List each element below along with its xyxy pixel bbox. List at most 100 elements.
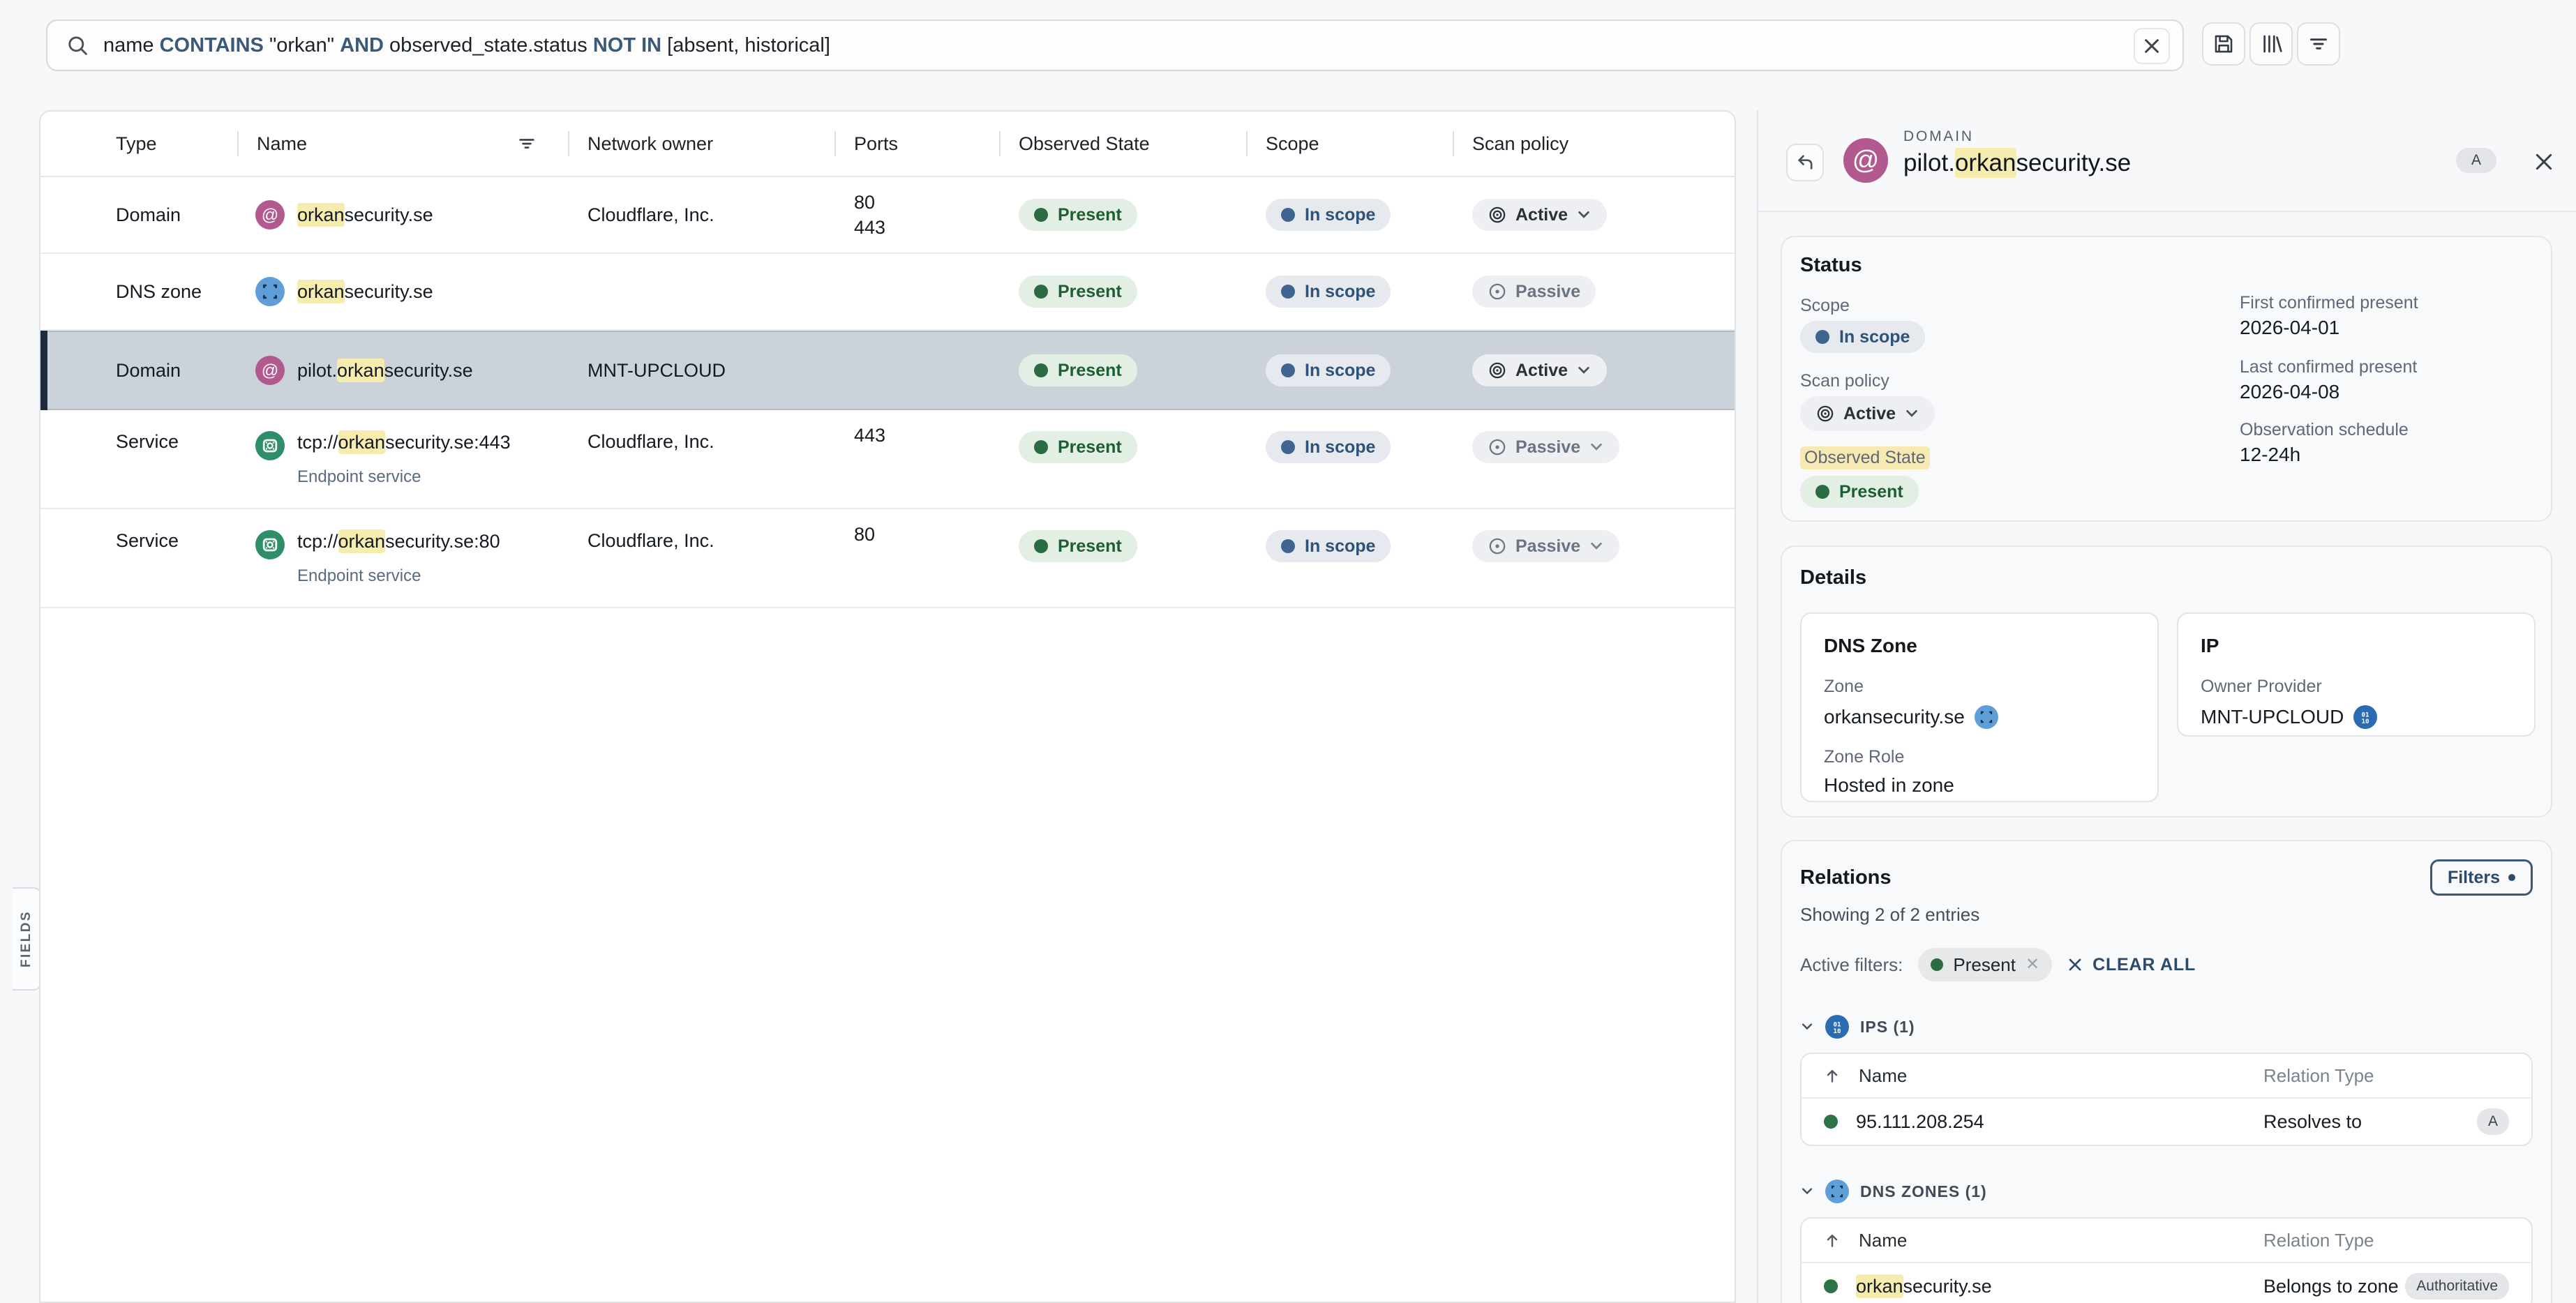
zone-label: Zone <box>1824 677 2135 697</box>
filter-button[interactable] <box>2297 22 2340 66</box>
relation-column-name[interactable]: Name <box>1859 1065 1907 1087</box>
relations-group-dns-zones[interactable]: DNS ZONES (1) <box>1800 1180 2533 1203</box>
fields-tab[interactable]: FIELDS <box>13 887 42 991</box>
table-row[interactable]: Service tcp://orkansecurity.se:80Endpoin… <box>40 509 1735 608</box>
pause-circle-icon <box>1488 282 1507 301</box>
table-row-selected[interactable]: Domain @ pilot.orkansecurity.se MNT-UPCL… <box>40 331 1735 410</box>
x-icon <box>2067 957 2083 972</box>
chevron-down-icon <box>1800 1184 1814 1198</box>
owner-provider-value[interactable]: MNT-UPCLOUD <box>2201 706 2344 728</box>
type-cell: Service <box>40 509 237 607</box>
type-cell: DNS zone <box>40 254 237 329</box>
asset-name: pilot.orkansecurity.se <box>297 359 473 382</box>
column-header-name[interactable]: Name <box>237 112 568 176</box>
clear-all-filters-button[interactable]: CLEAR ALL <box>2067 955 2196 975</box>
relation-name: orkansecurity.se <box>1856 1276 1992 1297</box>
asset-name: tcp://orkansecurity.se:443 <box>297 431 511 453</box>
remove-filter-icon[interactable]: ✕ <box>2025 956 2039 973</box>
target-icon <box>1815 404 1835 423</box>
search-icon <box>66 33 89 57</box>
observed-state-label: Observed State <box>1800 446 1930 469</box>
query-keyword: CONTAINS <box>160 34 264 57</box>
name-cell: tcp://orkansecurity.se:80Endpoint servic… <box>237 509 568 607</box>
scan-policy-pill[interactable]: Active <box>1472 199 1607 231</box>
panel-title: pilot.orkansecurity.se <box>1903 149 2131 177</box>
relations-filters-button[interactable]: Filters <box>2430 859 2533 896</box>
query-keyword: NOT IN <box>593 34 661 57</box>
scope-pill: In scope <box>1800 321 1925 353</box>
table-row[interactable]: DNS zone orkansecurity.se Present In sco… <box>40 254 1735 331</box>
name-highlight: orkan <box>297 280 345 303</box>
present-dot-icon <box>1034 208 1048 222</box>
column-header-scan-policy[interactable]: Scan policy <box>1453 112 1735 176</box>
svg-text:10: 10 <box>2362 718 2369 725</box>
scope-dot-icon <box>1281 363 1295 377</box>
name-cell: tcp://orkansecurity.se:443Endpoint servi… <box>237 410 568 508</box>
present-dot-icon <box>1034 363 1048 377</box>
owner-cell: Cloudflare, Inc. <box>568 509 834 607</box>
name-highlight: orkan <box>338 430 386 454</box>
pause-circle-icon <box>1488 437 1507 457</box>
pause-circle-icon <box>1488 536 1507 556</box>
observed-state-pill: Present <box>1019 276 1137 308</box>
save-icon <box>2212 32 2236 56</box>
relation-column-name[interactable]: Name <box>1859 1230 1907 1251</box>
asset-name: tcp://orkansecurity.se:80 <box>297 530 500 552</box>
column-header-ports[interactable]: Ports <box>834 112 999 176</box>
owner-cell: Cloudflare, Inc. <box>568 410 834 508</box>
relation-column-type[interactable]: Relation Type <box>2263 1065 2509 1087</box>
dns-zone-title: DNS Zone <box>1824 635 2135 657</box>
asset-type-label: DOMAIN <box>1903 128 2131 145</box>
saved-views-button[interactable] <box>2249 22 2293 66</box>
scope-dot-icon <box>1281 539 1295 553</box>
table-row[interactable]: Domain @ orkansecurity.se Cloudflare, In… <box>40 177 1735 254</box>
chevron-down-icon <box>1800 1020 1814 1034</box>
clear-search-button[interactable] <box>2134 28 2170 64</box>
scope-pill: In scope <box>1266 276 1391 308</box>
back-button[interactable] <box>1786 144 1824 181</box>
dns-zone-subcard: DNS Zone Zone orkansecurity.se Zone Role… <box>1800 612 2159 802</box>
column-header-observed-state[interactable]: Observed State <box>999 112 1246 176</box>
svg-text:@: @ <box>262 361 279 380</box>
ports-cell: 80443 <box>834 177 999 253</box>
ip-subcard: IP Owner Provider MNT-UPCLOUD0110 <box>2177 612 2536 737</box>
relations-group-ips[interactable]: 0110 IPS (1) <box>1800 1015 2533 1039</box>
dns-zone-icon <box>255 277 285 306</box>
details-panel: @ DOMAIN pilot.orkansecurity.se A Status… <box>1757 110 2576 1303</box>
table-row[interactable]: Service tcp://orkansecurity.se:443Endpoi… <box>40 410 1735 509</box>
close-panel-button[interactable] <box>2531 149 2556 174</box>
sort-up-icon[interactable] <box>1824 1232 1841 1249</box>
relation-badge: A <box>2477 1108 2509 1135</box>
svg-text:@: @ <box>262 206 279 225</box>
name-column-filter-icon[interactable] <box>516 133 537 154</box>
scan-policy-pill[interactable]: Passive <box>1472 530 1619 562</box>
search-input[interactable]: name CONTAINS "orkan" AND observed_state… <box>46 20 2184 71</box>
scan-policy-pill[interactable]: Passive <box>1472 431 1619 463</box>
relation-row[interactable]: orkansecurity.se Belongs to zone Authori… <box>1802 1263 2531 1303</box>
relation-column-type[interactable]: Relation Type <box>2263 1230 2509 1251</box>
column-header-type[interactable]: Type <box>40 112 237 176</box>
query-keyword: AND <box>340 34 384 57</box>
sort-up-icon[interactable] <box>1824 1067 1841 1084</box>
close-icon <box>2533 151 2554 172</box>
filter-chip: Present✕ <box>1918 948 2052 981</box>
scan-policy-pill[interactable]: Active <box>1800 396 1935 431</box>
column-header-scope[interactable]: Scope <box>1246 112 1453 176</box>
zone-role-label: Zone Role <box>1824 747 2135 767</box>
relation-row[interactable]: 95.111.208.254 Resolves to A <box>1802 1099 2531 1145</box>
scan-policy-pill[interactable]: Active <box>1472 354 1607 386</box>
ports-cell <box>834 332 999 409</box>
service-icon <box>255 530 285 559</box>
save-query-button[interactable] <box>2202 22 2245 66</box>
type-cell: Domain <box>40 177 237 253</box>
chevron-down-icon <box>1589 439 1604 455</box>
ip-binary-icon: 0110 <box>1825 1015 1849 1039</box>
domain-avatar-icon: @ <box>1843 138 1888 183</box>
fields-tab-label: FIELDS <box>19 910 34 967</box>
column-header-network-owner[interactable]: Network owner <box>568 112 834 176</box>
chevron-down-icon <box>1576 363 1592 378</box>
zone-value[interactable]: orkansecurity.se <box>1824 706 1965 728</box>
domain-at-icon: @ <box>255 356 285 385</box>
service-icon <box>255 431 285 460</box>
name-cell: orkansecurity.se <box>237 254 568 329</box>
